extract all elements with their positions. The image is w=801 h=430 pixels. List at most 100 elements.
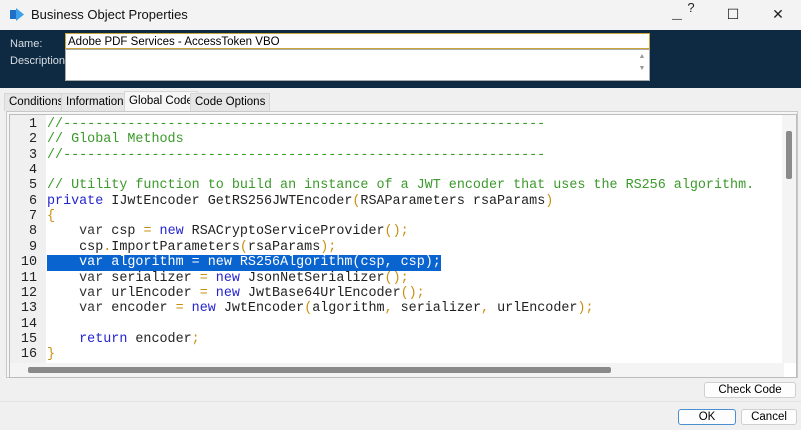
code-line[interactable]: 8 var csp = new RSACryptoServiceProvider…: [10, 224, 770, 239]
code-token: algorithm: [312, 301, 385, 317]
title-bar: Business Object Properties ? — ☐ ✕: [0, 0, 801, 30]
code-token: ,: [384, 255, 393, 271]
line-number: 6: [28, 193, 37, 209]
name-label: Name:: [10, 38, 43, 50]
line-number: 4: [28, 163, 37, 179]
code-token: algorithm: [103, 255, 192, 271]
cancel-button[interactable]: Cancel: [741, 409, 797, 425]
code-token: var: [47, 285, 104, 301]
code-token: JwtEncoder: [215, 301, 305, 317]
line-number: 10: [20, 255, 37, 271]
code-text: {: [47, 209, 55, 224]
selected-code-text: var algorithm = new RS256Algorithm(csp, …: [47, 255, 441, 271]
code-line[interactable]: 12 var urlEncoder = new JwtBase64UrlEnco…: [10, 286, 770, 301]
code-token: RSAParameters rsaParams: [360, 193, 546, 209]
code-token: encoder: [103, 301, 176, 317]
code-line[interactable]: 3 //-------------------------------------…: [10, 148, 770, 163]
name-input[interactable]: Adobe PDF Services - AccessToken VBO: [65, 33, 650, 49]
line-number: 5: [28, 178, 37, 194]
description-input[interactable]: ▲ ▼: [65, 49, 650, 81]
code-token: =: [175, 301, 184, 317]
horizontal-scrollbar[interactable]: [10, 363, 784, 377]
code-token: =: [199, 270, 208, 286]
code-editor[interactable]: 1 //-------------------------------------…: [9, 114, 797, 378]
code-token: new: [215, 270, 240, 286]
code-line[interactable]: 15 return encoder;: [10, 332, 770, 347]
code-token: RS256Algorithm: [231, 255, 353, 271]
code-token: );: [424, 255, 441, 271]
code-line[interactable]: 7{: [10, 209, 770, 224]
code-token: JsonNetSerializer: [239, 270, 385, 286]
app-icon: [10, 8, 24, 21]
code-token: csp: [47, 239, 104, 255]
code-token: encoder: [127, 331, 192, 347]
code-token: var: [47, 255, 104, 271]
tab-conditions[interactable]: Conditions: [4, 93, 69, 111]
code-line[interactable]: 2 // Global Methods: [10, 132, 770, 147]
vertical-scrollbar[interactable]: [782, 115, 796, 363]
code-token: new: [191, 301, 216, 317]
code-line[interactable]: 9 csp.ImportParameters(rsaParams);: [10, 240, 770, 255]
code-text: // Utility function to build an instance…: [47, 178, 754, 193]
code-token: return: [47, 331, 128, 347]
close-button[interactable]: ✕: [756, 0, 800, 30]
code-token: ImportParameters: [111, 239, 240, 255]
code-token: }: [47, 347, 56, 363]
code-line[interactable]: 13 var encoder = new JwtEncoder(algorith…: [10, 301, 770, 316]
code-token: csp: [392, 255, 425, 271]
line-number: 7: [28, 209, 37, 225]
divider: [0, 401, 801, 402]
line-number: 8: [28, 224, 37, 240]
code-line[interactable]: 14: [10, 317, 770, 332]
code-line[interactable]: 5 // Utility function to build an instanc…: [10, 178, 770, 193]
ok-button[interactable]: OK: [678, 409, 736, 425]
code-token: ): [545, 193, 554, 209]
scroll-up-icon[interactable]: ▲: [636, 51, 648, 63]
description-scrollbar[interactable]: ▲ ▼: [636, 51, 648, 79]
line-number: 9: [28, 239, 37, 255]
code-token: );: [320, 239, 337, 255]
tab-information[interactable]: Information: [61, 93, 129, 111]
code-token: private: [47, 193, 104, 209]
code-text: private IJwtEncoder GetRS256JWTEncoder(R…: [47, 194, 553, 209]
code-line[interactable]: 6 private IJwtEncoder GetRS256JWTEncoder(…: [10, 194, 770, 209]
line-number: 13: [20, 301, 37, 317]
vertical-scroll-thumb[interactable]: [786, 131, 792, 179]
line-number: 16: [20, 347, 37, 363]
code-line[interactable]: 16}: [10, 347, 770, 362]
code-token: serializer: [392, 301, 482, 317]
code-token: var: [47, 270, 104, 286]
maximize-button[interactable]: ☐: [711, 0, 755, 30]
check-code-button[interactable]: Check Code: [704, 382, 796, 398]
code-token: =: [191, 255, 200, 271]
code-text: csp.ImportParameters(rsaParams);: [47, 240, 336, 255]
code-token: // Global Methods: [47, 132, 184, 148]
code-token: {: [47, 209, 56, 225]
code-token: ();: [384, 270, 409, 286]
code-token: //--------------------------------------…: [47, 117, 546, 132]
code-token: urlEncoder: [489, 301, 578, 317]
code-text: }: [47, 347, 55, 362]
code-line[interactable]: 10 var algorithm = new RS256Algorithm(cs…: [10, 255, 770, 271]
code-text: var encoder = new JwtEncoder(algorithm, …: [47, 301, 593, 317]
code-line[interactable]: 11 var serializer = new JsonNetSerialize…: [10, 271, 770, 286]
tab-code-options[interactable]: Code Options: [190, 93, 271, 111]
code-line[interactable]: 1 //-------------------------------------…: [10, 117, 770, 132]
tab-global-code[interactable]: Global Code: [124, 91, 198, 112]
code-token: RSACryptoServiceProvider: [183, 224, 385, 240]
code-token: csp: [103, 224, 144, 240]
code-token: urlEncoder: [103, 285, 200, 301]
code-text: var urlEncoder = new JwtBase64UrlEncoder…: [47, 286, 425, 301]
scroll-down-icon[interactable]: ▼: [636, 63, 648, 75]
code-token: IJwtEncoder GetRS256JWTEncoder: [103, 193, 353, 209]
code-token: ,: [481, 301, 490, 317]
horizontal-scroll-thumb[interactable]: [28, 367, 611, 373]
code-token: ();: [384, 224, 409, 240]
code-line[interactable]: 4: [10, 163, 770, 178]
code-token: var: [47, 224, 104, 240]
code-text: //--------------------------------------…: [47, 148, 545, 163]
